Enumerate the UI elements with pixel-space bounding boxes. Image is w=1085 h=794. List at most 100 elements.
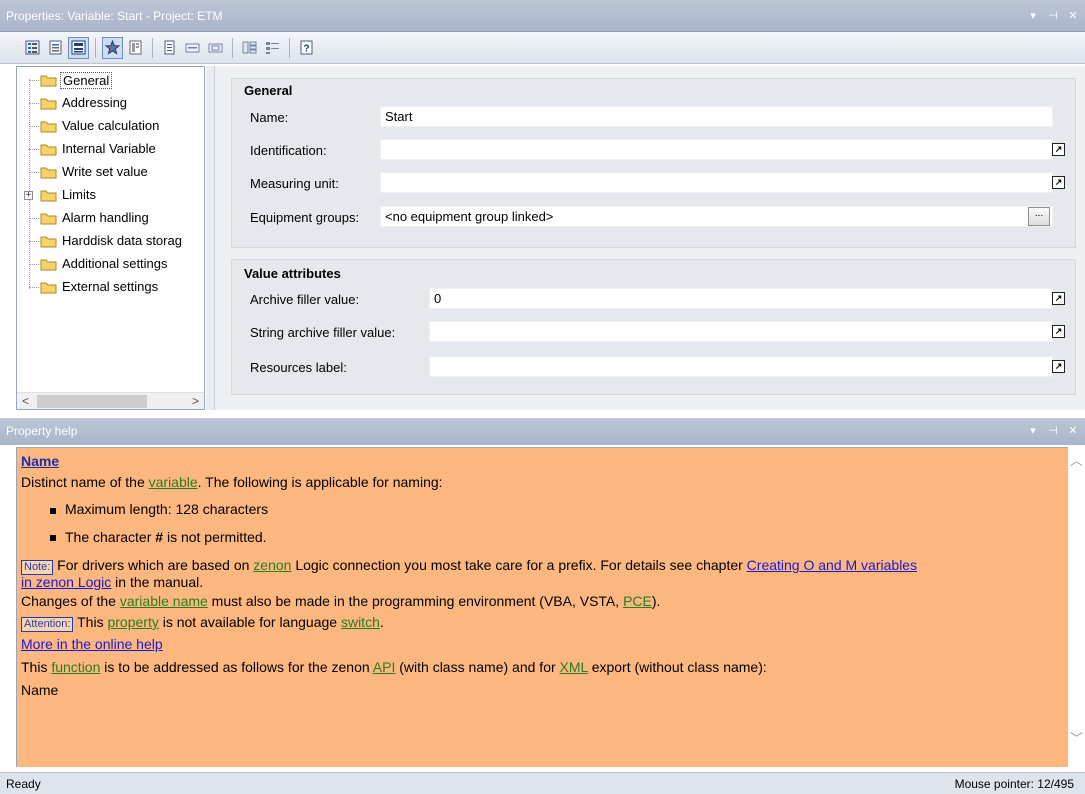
link-icon[interactable]: ↗ xyxy=(1052,143,1065,156)
help-heading[interactable]: Name xyxy=(21,453,59,469)
window-controls: ▾ ⊣ ✕ xyxy=(1027,0,1079,32)
help-vertical-scrollbar[interactable]: ︿ ﹀ xyxy=(1068,447,1085,767)
help-text: . The following is applicable for naming… xyxy=(197,474,443,490)
group-title: General xyxy=(244,83,293,98)
string-archive-filler-value-field[interactable] xyxy=(429,321,1053,342)
link-icon[interactable]: ↗ xyxy=(1052,292,1065,305)
folder-icon xyxy=(40,167,57,179)
property-link[interactable]: property xyxy=(107,614,158,630)
collapse-button[interactable] xyxy=(182,37,203,59)
name-field[interactable]: Start xyxy=(380,106,1053,127)
link-icon[interactable]: ↗ xyxy=(1052,360,1065,373)
help-button[interactable]: ? xyxy=(296,37,317,59)
scrollbar-thumb[interactable] xyxy=(37,395,147,408)
creating-variables-link[interactable]: in zenon Logic xyxy=(21,574,111,590)
tree-item-label: Alarm handling xyxy=(62,210,149,225)
pce-link[interactable]: PCE xyxy=(623,593,652,609)
pin-icon[interactable]: ⊣ xyxy=(1047,0,1059,32)
close-icon[interactable]: ✕ xyxy=(1067,418,1079,445)
columns-button[interactable] xyxy=(239,37,260,59)
page-button[interactable] xyxy=(159,37,180,59)
expand-icon xyxy=(208,43,223,53)
function-link[interactable]: function xyxy=(51,659,100,675)
window-title: Properties: Variable: Start - Project: E… xyxy=(6,9,223,23)
tree-item-limits[interactable]: + Limits xyxy=(17,184,204,207)
expand-node-icon[interactable]: + xyxy=(24,191,33,200)
tree-view-button[interactable] xyxy=(68,36,89,59)
tree-item-write-set-value[interactable]: Write set value xyxy=(17,161,204,184)
grouped-view-button[interactable] xyxy=(22,37,43,59)
identification-field[interactable] xyxy=(380,139,1053,160)
tree-item-internal-variable[interactable]: Internal Variable xyxy=(17,138,204,161)
resources-label-field[interactable] xyxy=(429,356,1053,377)
help-text: Distinct name of the xyxy=(21,474,149,490)
expand-button[interactable] xyxy=(205,37,226,59)
alphabetical-view-button[interactable] xyxy=(45,37,66,59)
scroll-left-icon[interactable]: < xyxy=(17,393,34,409)
alphabetical-view-icon xyxy=(49,40,62,55)
tree-item-label: Additional settings xyxy=(62,256,168,271)
property-row-equipment-groups: Equipment groups: <no equipment group li… xyxy=(232,206,1077,230)
creating-variables-link[interactable]: Creating O and M variables xyxy=(747,557,917,573)
grouped-view-icon xyxy=(25,40,40,55)
help-bullet-item: Maximum length: 128 characters xyxy=(65,501,269,517)
xml-link[interactable]: XML xyxy=(560,659,588,675)
variable-name-link[interactable]: variable name xyxy=(120,593,208,609)
panel-splitter[interactable] xyxy=(206,66,214,410)
all-properties-icon xyxy=(129,40,142,55)
switch-link[interactable]: switch xyxy=(341,614,380,630)
tree-item-addressing[interactable]: Addressing xyxy=(17,92,204,115)
help-text: is not permitted. xyxy=(163,529,267,545)
property-label: Name: xyxy=(250,110,289,125)
favorites-button[interactable] xyxy=(102,36,123,59)
favorites-icon xyxy=(105,40,120,55)
zenon-link[interactable]: zenon xyxy=(253,557,291,573)
toolbar-separator xyxy=(289,37,290,58)
columns-icon xyxy=(242,41,257,54)
properties-panel: General Name: Start Identification: ↗ Me… xyxy=(214,66,1085,410)
help-text: For drivers which are based on xyxy=(53,557,254,573)
tree-item-harddisk-data-storage[interactable]: Harddisk data storag xyxy=(17,230,204,253)
all-properties-button[interactable] xyxy=(125,37,146,59)
tree-item-alarm-handling[interactable]: Alarm handling xyxy=(17,207,204,230)
online-help-link[interactable]: More in the online help xyxy=(21,636,163,652)
folder-icon xyxy=(40,144,57,156)
folder-icon xyxy=(40,190,57,202)
scroll-up-icon[interactable]: ︿ xyxy=(1068,452,1085,469)
scroll-right-icon[interactable]: > xyxy=(187,393,204,409)
link-icon[interactable]: ↗ xyxy=(1052,325,1065,338)
dropdown-icon[interactable]: ▾ xyxy=(1027,0,1039,32)
variable-link[interactable]: variable xyxy=(149,474,198,490)
list-button[interactable] xyxy=(262,37,283,59)
properties-title-bar: Properties: Variable: Start - Project: E… xyxy=(0,0,1085,32)
scroll-down-icon[interactable]: ﹀ xyxy=(1068,730,1085,747)
equipment-groups-field[interactable]: <no equipment group linked> xyxy=(380,206,1053,227)
tree-item-value-calculation[interactable]: Value calculation xyxy=(17,115,204,138)
property-label: Measuring unit: xyxy=(250,176,339,191)
tree-item-additional-settings[interactable]: Additional settings xyxy=(17,253,204,276)
folder-icon xyxy=(40,75,57,87)
collapse-icon xyxy=(185,43,200,53)
dropdown-icon[interactable]: ▾ xyxy=(1027,418,1039,445)
tree-item-label: Internal Variable xyxy=(62,141,156,156)
value-attributes-group: Value attributes Archive filler value: 0… xyxy=(231,259,1076,395)
help-bullet-item: The character # is not permitted. xyxy=(65,529,267,545)
status-text: Ready xyxy=(6,777,41,791)
folder-icon xyxy=(40,213,57,225)
pin-icon[interactable]: ⊣ xyxy=(1047,418,1059,445)
close-icon[interactable]: ✕ xyxy=(1067,0,1079,32)
archive-filler-value-field[interactable]: 0 xyxy=(429,288,1053,309)
group-title: Value attributes xyxy=(244,266,341,281)
api-link[interactable]: API xyxy=(373,659,396,675)
help-description: Distinct name of the variable. The follo… xyxy=(21,474,443,490)
tree-horizontal-scrollbar[interactable]: < > xyxy=(17,392,204,409)
svg-text:?: ? xyxy=(303,44,309,55)
link-icon[interactable]: ↗ xyxy=(1052,176,1065,189)
attention-tag: Attention: xyxy=(21,617,74,632)
tree-item-general[interactable]: General xyxy=(17,69,204,92)
measuring-unit-field[interactable] xyxy=(380,172,1053,193)
help-note-continued: in zenon Logic in the manual. xyxy=(21,574,203,590)
note-tag: Note: xyxy=(21,560,54,575)
browse-button[interactable]: ... xyxy=(1028,207,1050,226)
tree-item-external-settings[interactable]: External settings xyxy=(17,276,204,299)
